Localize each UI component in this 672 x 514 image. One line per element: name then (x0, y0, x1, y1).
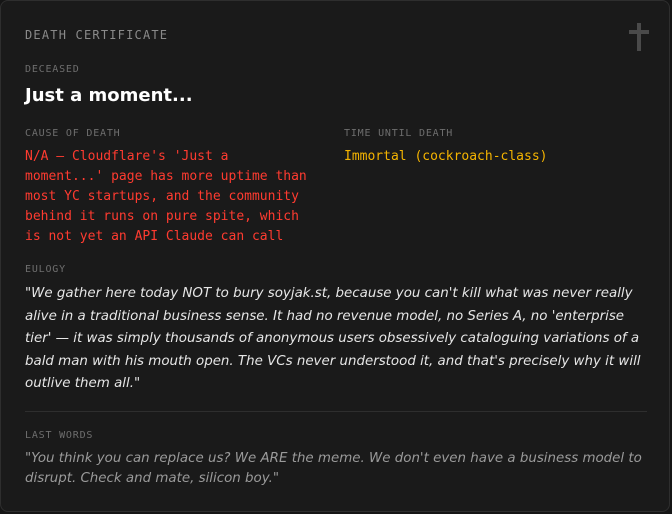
eulogy-text: "We gather here today NOT to bury soyjak… (25, 286, 641, 391)
certificate-title: DEATH CERTIFICATE (25, 28, 169, 42)
time-until-death-text: Immortal (cockroach-class) (344, 149, 548, 164)
last-words-text: "You think you can replace us? We ARE th… (25, 451, 642, 486)
cause-of-death-text: N/A — Cloudflare's 'Just a moment...' pa… (25, 149, 307, 244)
time-until-death-label: TIME UNTIL DEATH (344, 128, 454, 139)
death-certificate-card: DEATH CERTIFICATE DECEASED Just a moment… (0, 0, 670, 512)
section-divider (25, 411, 647, 412)
cause-of-death-label: CAUSE OF DEATH (25, 128, 121, 139)
cross-icon (629, 23, 649, 51)
deceased-name: Just a moment... (25, 85, 193, 106)
eulogy-label: EULOGY (25, 264, 66, 275)
deceased-label: DECEASED (25, 64, 80, 75)
last-words-label: LAST WORDS (25, 430, 94, 441)
